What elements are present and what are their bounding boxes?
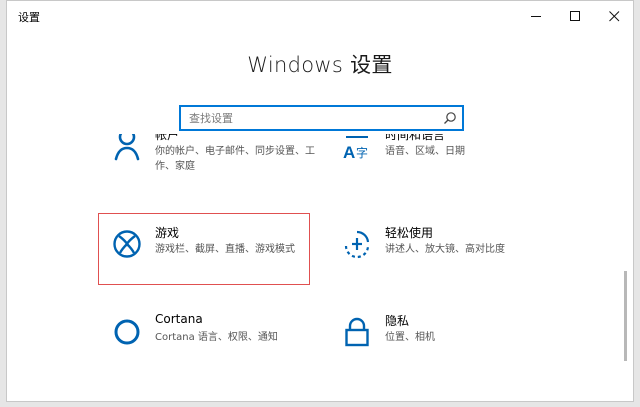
- close-button[interactable]: [593, 1, 633, 31]
- search-box[interactable]: [179, 105, 464, 131]
- settings-window: 设置 Windows 设置 帐户 你的帐户、电子邮件: [6, 0, 634, 402]
- tile-description: 位置、相机: [385, 332, 435, 343]
- maximize-button[interactable]: [554, 1, 596, 31]
- scrollbar[interactable]: [624, 271, 627, 361]
- time-language-icon: A 字: [337, 134, 377, 166]
- tile-ease-of-access[interactable]: 轻松使用 讲述人、放大镜、高对比度: [337, 224, 527, 284]
- window-title: 设置: [18, 11, 40, 24]
- settings-grid: 帐户 你的帐户、电子邮件、同步设置、工作、家庭 A 字 时间和语言 语音、区域、…: [7, 134, 623, 401]
- lock-icon: [337, 312, 377, 352]
- person-icon: [107, 134, 147, 166]
- highlight-box: [98, 213, 310, 285]
- tile-accounts[interactable]: 帐户 你的帐户、电子邮件、同步设置、工作、家庭: [107, 134, 315, 186]
- tile-description: 语音、区域、日期: [385, 146, 465, 157]
- tile-title: Cortana: [155, 312, 203, 326]
- tile-cortana[interactable]: Cortana Cortana 语言、权限、通知: [107, 312, 297, 372]
- page-title: Windows 设置: [247, 53, 393, 77]
- tile-description: 你的帐户、电子邮件、同步设置、工作、家庭: [155, 146, 315, 172]
- tile-title: 隐私: [385, 314, 410, 328]
- search-icon[interactable]: [443, 111, 457, 125]
- ease-of-access-icon: [337, 224, 377, 264]
- tile-description: 讲述人、放大镜、高对比度: [385, 244, 505, 255]
- title-bar[interactable]: 设置: [7, 1, 633, 31]
- svg-text:字: 字: [356, 145, 368, 160]
- maximize-icon: [569, 10, 580, 21]
- cortana-icon: [107, 312, 147, 352]
- close-icon: [608, 10, 619, 21]
- tile-title: 轻松使用: [385, 226, 434, 240]
- minimize-icon: [530, 15, 541, 17]
- tile-title: 帐户: [155, 134, 180, 142]
- minimize-button[interactable]: [515, 1, 557, 31]
- svg-text:A: A: [343, 143, 355, 162]
- tile-privacy[interactable]: 隐私 位置、相机: [337, 312, 527, 372]
- tile-time-language[interactable]: A 字 时间和语言 语音、区域、日期: [337, 134, 527, 186]
- tile-description: Cortana 语言、权限、通知: [155, 332, 278, 343]
- tile-title: 时间和语言: [385, 134, 446, 142]
- search-input[interactable]: [189, 109, 437, 127]
